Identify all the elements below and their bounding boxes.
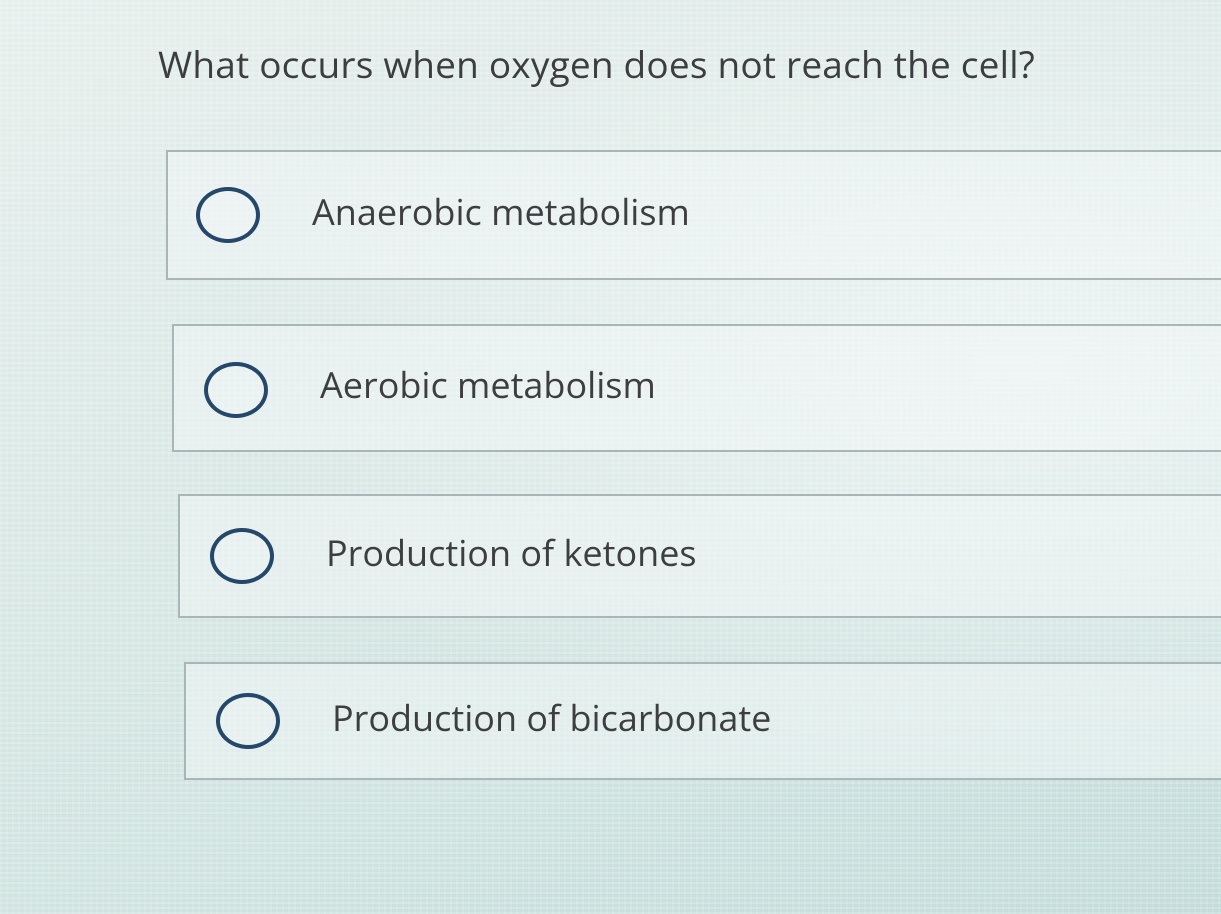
- answer-option-label: Aerobic metabolism: [320, 359, 656, 409]
- radio-button-icon[interactable]: [196, 187, 260, 243]
- answer-option-aerobic-metabolism[interactable]: Aerobic metabolism: [172, 324, 1221, 452]
- answer-option-production-of-bicarbonate[interactable]: Production of bicarbonate: [184, 662, 1221, 780]
- answer-option-production-of-ketones[interactable]: Production of ketones: [178, 494, 1221, 618]
- answer-option-anaerobic-metabolism[interactable]: Anaerobic metabolism: [166, 150, 1221, 280]
- radio-button-icon[interactable]: [210, 528, 274, 584]
- answer-option-label: Production of bicarbonate: [332, 692, 772, 742]
- radio-button-icon[interactable]: [204, 362, 268, 418]
- radio-button-icon[interactable]: [216, 693, 280, 749]
- answer-option-label: Production of ketones: [326, 527, 697, 577]
- answer-option-label: Anaerobic metabolism: [312, 186, 690, 236]
- question-text: What occurs when oxygen does not reach t…: [158, 38, 1035, 89]
